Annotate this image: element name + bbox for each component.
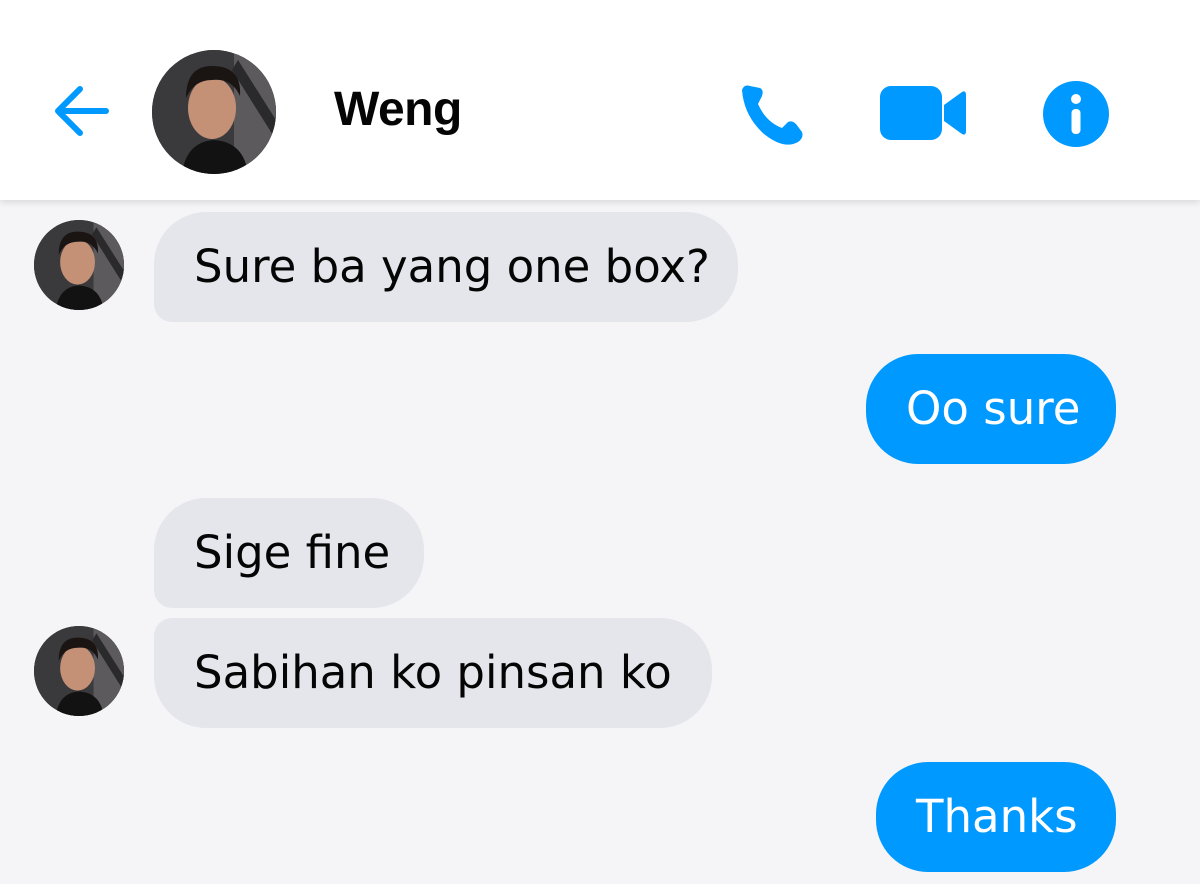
sender-avatar[interactable] bbox=[34, 626, 124, 716]
call-button[interactable] bbox=[736, 82, 804, 146]
conversation-header: Weng bbox=[0, 0, 1200, 200]
contact-name[interactable]: Weng bbox=[334, 82, 462, 137]
incoming-message[interactable]: Sabihan ko pinsan ko bbox=[154, 618, 712, 728]
profile-photo bbox=[34, 220, 124, 310]
video-camera-icon bbox=[880, 86, 966, 140]
profile-photo bbox=[152, 50, 276, 174]
incoming-message[interactable]: Sige fine bbox=[154, 498, 424, 608]
outgoing-message[interactable]: Thanks bbox=[876, 762, 1116, 872]
contact-avatar[interactable] bbox=[152, 50, 276, 174]
sender-avatar[interactable] bbox=[34, 220, 124, 310]
profile-photo bbox=[34, 626, 124, 716]
outgoing-message[interactable]: Oo sure bbox=[866, 354, 1116, 464]
message-thread[interactable]: Sure ba yang one box? Oo sure Sige fine … bbox=[0, 200, 1200, 884]
back-button[interactable] bbox=[50, 84, 110, 138]
info-icon bbox=[1043, 81, 1109, 147]
video-call-button[interactable] bbox=[880, 86, 966, 140]
arrow-left-icon bbox=[55, 86, 109, 136]
info-button[interactable] bbox=[1042, 80, 1110, 148]
phone-icon bbox=[742, 85, 803, 145]
incoming-message[interactable]: Sure ba yang one box? bbox=[154, 212, 738, 322]
